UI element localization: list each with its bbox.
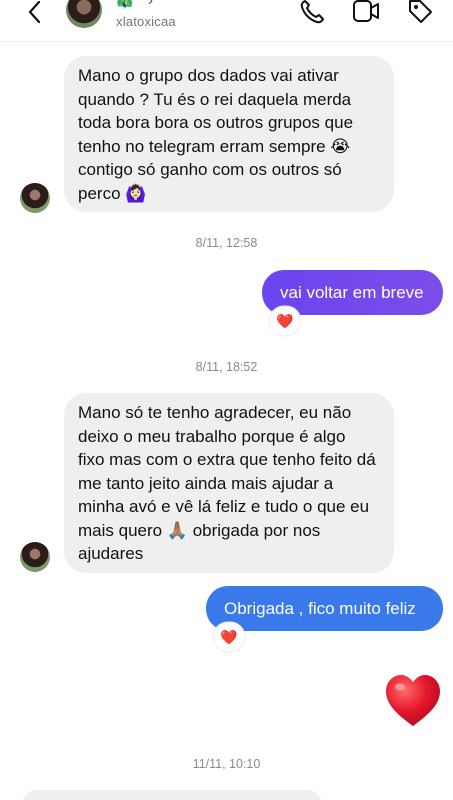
heart-reaction[interactable]: ❤️: [214, 623, 244, 651]
chevron-right-icon[interactable]: ›: [148, 0, 153, 9]
incoming-message-bubble[interactable]: Mano o grupo dos dados vai ativar quando…: [64, 56, 394, 212]
video-icon[interactable]: [352, 0, 380, 28]
heart-reaction[interactable]: ❤️: [270, 307, 300, 335]
contact-username[interactable]: xlatoxicaa: [116, 14, 176, 29]
reaction-emoji: ❤️: [276, 313, 294, 329]
message-text: Mano o grupo dos dados vai ativar quando…: [78, 66, 354, 203]
message-timestamp: 8/11, 18:52: [195, 360, 258, 374]
sender-avatar[interactable]: [20, 542, 50, 572]
reaction-emoji: ❤️: [220, 629, 238, 645]
back-icon[interactable]: [24, 0, 48, 28]
message-timestamp: 8/11, 12:58: [195, 236, 258, 250]
chat-header: 🦚 › xlatoxicaa: [0, 0, 453, 42]
message-text: vai voltar em breve: [280, 283, 424, 302]
incoming-message-bubble[interactable]: Mano só te tenho agradecer, eu não deixo…: [64, 393, 394, 573]
profile-emoji: 🦚: [116, 0, 134, 10]
message-text: Obrigada , fico muito feliz: [224, 599, 416, 618]
sender-avatar[interactable]: [20, 183, 50, 213]
tag-icon[interactable]: [406, 0, 434, 28]
incoming-message-bubble[interactable]: [22, 790, 322, 800]
outgoing-message-bubble[interactable]: Obrigada , fico muito feliz: [206, 586, 443, 631]
phone-icon[interactable]: [298, 0, 326, 28]
heart-sticker-icon[interactable]: [382, 670, 444, 732]
message-timestamp: 11/11, 10:10: [192, 757, 261, 771]
message-text: Mano só te tenho agradecer, eu não deixo…: [78, 403, 376, 563]
contact-avatar[interactable]: [66, 0, 102, 28]
